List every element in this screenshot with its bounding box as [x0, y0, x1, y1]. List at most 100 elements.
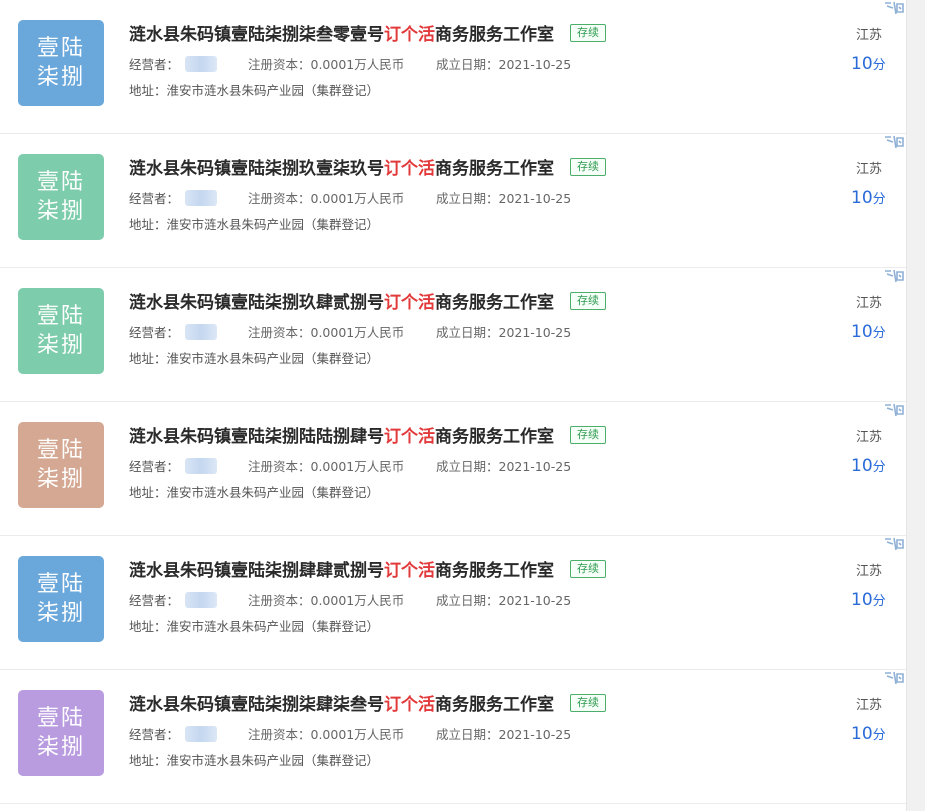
- avatar-text-line2: 柒捌: [36, 199, 85, 224]
- company-name-link[interactable]: 涟水县朱码镇壹陆柒捌陆陆捌肆号订个活商务服务工作室: [129, 422, 554, 447]
- company-name-link[interactable]: 涟水县朱码镇壹陆柒捌柒叁零壹号订个活商务服务工作室: [129, 20, 554, 45]
- score-value: 10分: [851, 456, 886, 476]
- company-avatar: 壹陆 柒捌: [18, 556, 104, 642]
- operator-name-redacted: [185, 324, 218, 340]
- status-badge: 存续: [570, 292, 606, 310]
- province-label: 江苏: [856, 28, 883, 43]
- avatar-text-line1: 壹陆: [36, 36, 85, 61]
- established-date: 成立日期：2021-10-25: [436, 57, 572, 72]
- company-name-suffix: 商务服务工作室: [435, 561, 554, 581]
- registered-capital: 注册资本：0.0001万人民币: [248, 325, 405, 340]
- company-card[interactable]: 壹陆 柒捌 涟水县朱码镇壹陆柒捌肆肆贰捌号订个活商务服务工作室 存续 经营者： …: [0, 536, 906, 670]
- operator-field: 经营者：: [129, 188, 218, 207]
- score-number: 10: [851, 54, 873, 74]
- company-name-link[interactable]: 涟水县朱码镇壹陆柒捌玖肆贰捌号订个活商务服务工作室: [129, 288, 554, 313]
- status-badge: 存续: [570, 24, 606, 42]
- company-name-suffix: 商务服务工作室: [435, 159, 554, 179]
- company-name-suffix: 商务服务工作室: [435, 25, 554, 45]
- established-date: 成立日期：2021-10-25: [436, 727, 572, 742]
- score-value: 10分: [851, 590, 886, 610]
- status-badge: 存续: [570, 560, 606, 578]
- avatar-text-line2: 柒捌: [36, 65, 85, 90]
- score-number: 10: [851, 590, 873, 610]
- company-name-prefix: 涟水县朱码镇壹陆柒捌玖壹柒玖号: [129, 159, 384, 179]
- registered-capital: 注册资本：0.0001万人民币: [248, 191, 405, 206]
- avatar-text-line2: 柒捌: [36, 333, 85, 358]
- company-name-prefix: 涟水县朱码镇壹陆柒捌柒叁零壹号: [129, 25, 384, 45]
- established-date: 成立日期：2021-10-25: [436, 325, 572, 340]
- company-address: 地址：淮安市涟水县朱码产业园（集群登记）: [129, 83, 380, 98]
- company-name-suffix: 商务服务工作室: [435, 695, 554, 715]
- avatar-text-line1: 壹陆: [36, 170, 85, 195]
- score-unit: 分: [872, 326, 886, 341]
- company-name-suffix: 商务服务工作室: [435, 293, 554, 313]
- operator-name-redacted: [185, 458, 218, 474]
- corner-mark-icon: [885, 1, 904, 15]
- avatar-text-line1: 壹陆: [36, 706, 85, 731]
- corner-mark-icon: [885, 135, 904, 149]
- operator-field: 经营者：: [129, 590, 218, 609]
- operator-label: 经营者：: [129, 727, 180, 742]
- company-card[interactable]: 壹陆 柒捌 涟水县朱码镇壹陆柒捌玖壹柒玖号订个活商务服务工作室 存续 经营者： …: [0, 134, 906, 268]
- company-address: 地址：淮安市涟水县朱码产业园（集群登记）: [129, 753, 380, 768]
- operator-name-redacted: [185, 726, 218, 742]
- province-label: 江苏: [856, 296, 883, 311]
- company-name-highlight: 订个活: [384, 561, 435, 581]
- scrollbar[interactable]: [906, 0, 925, 811]
- corner-mark-icon: [885, 537, 904, 551]
- score-number: 10: [851, 456, 873, 476]
- company-card[interactable]: 壹陆 柒捌 涟水县朱码镇壹陆柒捌陆陆捌肆号订个活商务服务工作室 存续 经营者： …: [0, 402, 906, 536]
- score-unit: 分: [872, 58, 886, 73]
- company-name-highlight: 订个活: [384, 25, 435, 45]
- score-value: 10分: [851, 322, 886, 342]
- status-badge: 存续: [570, 694, 606, 712]
- company-name-link[interactable]: 涟水县朱码镇壹陆柒捌柒肆柒叁号订个活商务服务工作室: [129, 690, 554, 715]
- company-name-prefix: 涟水县朱码镇壹陆柒捌陆陆捌肆号: [129, 427, 384, 447]
- company-address: 地址：淮安市涟水县朱码产业园（集群登记）: [129, 485, 380, 500]
- score-unit: 分: [872, 460, 886, 475]
- province-label: 江苏: [856, 564, 883, 579]
- score-number: 10: [851, 188, 873, 208]
- score-value: 10分: [851, 54, 886, 74]
- corner-mark-icon: [885, 269, 904, 283]
- operator-field: 经营者：: [129, 456, 218, 475]
- company-card[interactable]: 壹陆 柒捌 涟水县朱码镇壹陆柒捌玖肆贰捌号订个活商务服务工作室 存续 经营者： …: [0, 268, 906, 402]
- operator-name-redacted: [185, 56, 218, 72]
- company-name-link[interactable]: 涟水县朱码镇壹陆柒捌玖壹柒玖号订个活商务服务工作室: [129, 154, 554, 179]
- company-address: 地址：淮安市涟水县朱码产业园（集群登记）: [129, 217, 380, 232]
- registered-capital: 注册资本：0.0001万人民币: [248, 57, 405, 72]
- operator-label: 经营者：: [129, 57, 180, 72]
- operator-field: 经营者：: [129, 322, 218, 341]
- company-list: 壹陆 柒捌 涟水县朱码镇壹陆柒捌柒叁零壹号订个活商务服务工作室 存续 经营者： …: [0, 0, 906, 804]
- company-name-link[interactable]: 涟水县朱码镇壹陆柒捌肆肆贰捌号订个活商务服务工作室: [129, 556, 554, 581]
- results-page: 壹陆 柒捌 涟水县朱码镇壹陆柒捌柒叁零壹号订个活商务服务工作室 存续 经营者： …: [0, 0, 925, 811]
- company-avatar: 壹陆 柒捌: [18, 20, 104, 106]
- score-number: 10: [851, 322, 873, 342]
- company-address: 地址：淮安市涟水县朱码产业园（集群登记）: [129, 351, 380, 366]
- registered-capital: 注册资本：0.0001万人民币: [248, 459, 405, 474]
- score-unit: 分: [872, 728, 886, 743]
- operator-name-redacted: [185, 190, 218, 206]
- company-avatar: 壹陆 柒捌: [18, 690, 104, 776]
- company-name-prefix: 涟水县朱码镇壹陆柒捌柒肆柒叁号: [129, 695, 384, 715]
- established-date: 成立日期：2021-10-25: [436, 593, 572, 608]
- company-name-highlight: 订个活: [384, 695, 435, 715]
- company-avatar: 壹陆 柒捌: [18, 154, 104, 240]
- operator-label: 经营者：: [129, 325, 180, 340]
- province-label: 江苏: [856, 430, 883, 445]
- operator-label: 经营者：: [129, 191, 180, 206]
- company-avatar: 壹陆 柒捌: [18, 288, 104, 374]
- avatar-text-line2: 柒捌: [36, 601, 85, 626]
- score-number: 10: [851, 724, 873, 744]
- company-card[interactable]: 壹陆 柒捌 涟水县朱码镇壹陆柒捌柒肆柒叁号订个活商务服务工作室 存续 经营者： …: [0, 670, 906, 804]
- established-date: 成立日期：2021-10-25: [436, 191, 572, 206]
- company-card[interactable]: 壹陆 柒捌 涟水县朱码镇壹陆柒捌柒叁零壹号订个活商务服务工作室 存续 经营者： …: [0, 0, 906, 134]
- status-badge: 存续: [570, 426, 606, 444]
- company-name-prefix: 涟水县朱码镇壹陆柒捌肆肆贰捌号: [129, 561, 384, 581]
- company-name-highlight: 订个活: [384, 427, 435, 447]
- company-name-highlight: 订个活: [384, 159, 435, 179]
- province-label: 江苏: [856, 698, 883, 713]
- corner-mark-icon: [885, 403, 904, 417]
- company-address: 地址：淮安市涟水县朱码产业园（集群登记）: [129, 619, 380, 634]
- avatar-text-line1: 壹陆: [36, 572, 85, 597]
